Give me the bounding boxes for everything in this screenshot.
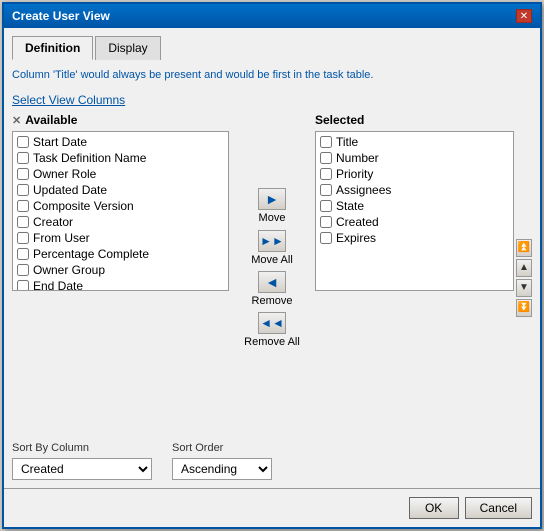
cancel-button[interactable]: Cancel	[465, 497, 532, 519]
list-item[interactable]: Expires	[318, 230, 511, 246]
available-item-label-8: Owner Group	[33, 263, 105, 277]
available-item-checkbox-8[interactable]	[17, 264, 29, 276]
selected-item-label-3: Assignees	[336, 183, 391, 197]
sort-by-column-wrapper: Created Start Date Task Definition Name …	[12, 458, 152, 480]
remove-all-button[interactable]: ◄◄	[258, 312, 286, 334]
selected-panel: Selected Title Number	[315, 113, 532, 424]
selected-item-label-0: Title	[336, 135, 358, 149]
available-item-label-5: Creator	[33, 215, 73, 229]
tab-definition[interactable]: Definition	[12, 36, 93, 60]
available-item-label-6: From User	[33, 231, 90, 245]
available-item-checkbox-6[interactable]	[17, 232, 29, 244]
selected-item-checkbox-4[interactable]	[320, 200, 332, 212]
available-item-label-3: Updated Date	[33, 183, 107, 197]
move-down-button[interactable]: ▼	[516, 279, 532, 297]
dialog-title: Create User View	[12, 9, 110, 23]
section-label[interactable]: Select View Columns	[12, 93, 532, 107]
available-panel: ✕ Available Start Date Task Definition N…	[12, 113, 229, 424]
move-label: Move	[259, 212, 286, 225]
columns-area: ✕ Available Start Date Task Definition N…	[12, 113, 532, 424]
sort-area: Sort By Column Created Start Date Task D…	[12, 442, 532, 480]
list-item[interactable]: Assignees	[318, 182, 511, 198]
selected-item-checkbox-1[interactable]	[320, 152, 332, 164]
dialog-body: Definition Display Column 'Title' would …	[4, 28, 540, 488]
remove-button[interactable]: ◄	[258, 271, 286, 293]
move-bottom-button[interactable]: ⏬	[516, 299, 532, 317]
tab-display[interactable]: Display	[95, 36, 160, 60]
selected-item-checkbox-5[interactable]	[320, 216, 332, 228]
list-item[interactable]: Composite Version	[15, 198, 226, 214]
title-bar: Create User View ✕	[4, 4, 540, 28]
available-item-checkbox-0[interactable]	[17, 136, 29, 148]
available-item-label-1: Task Definition Name	[33, 151, 146, 165]
list-item[interactable]: Priority	[318, 166, 511, 182]
available-item-checkbox-9[interactable]	[17, 280, 29, 291]
available-item-checkbox-7[interactable]	[17, 248, 29, 260]
sort-by-column-group: Sort By Column Created Start Date Task D…	[12, 442, 152, 480]
list-item[interactable]: Title	[318, 134, 511, 150]
selected-item-label-1: Number	[336, 151, 379, 165]
selected-item-label-5: Created	[336, 215, 379, 229]
move-up-button[interactable]: ▲	[516, 259, 532, 277]
sort-by-column-label: Sort By Column	[12, 442, 152, 454]
move-buttons-panel: ► Move ►► Move All ◄ Remove ◄◄ Remove Al…	[237, 113, 307, 424]
available-item-checkbox-3[interactable]	[17, 184, 29, 196]
list-item[interactable]: Creator	[15, 214, 226, 230]
sort-by-column-select[interactable]: Created Start Date Task Definition Name …	[12, 458, 152, 480]
list-item[interactable]: End Date	[15, 278, 226, 291]
selected-item-label-4: State	[336, 199, 364, 213]
list-item[interactable]: Owner Role	[15, 166, 226, 182]
selected-item-checkbox-0[interactable]	[320, 136, 332, 148]
selected-header: Selected	[315, 113, 532, 127]
dialog-footer: OK Cancel	[4, 488, 540, 527]
list-item[interactable]: Owner Group	[15, 262, 226, 278]
list-item[interactable]: Task Definition Name	[15, 150, 226, 166]
available-item-checkbox-1[interactable]	[17, 152, 29, 164]
available-item-label-9: End Date	[33, 279, 83, 291]
selected-item-checkbox-2[interactable]	[320, 168, 332, 180]
sort-order-group: Sort Order Ascending Descending	[172, 442, 272, 480]
remove-label: Remove	[252, 295, 293, 308]
list-item[interactable]: Percentage Complete	[15, 246, 226, 262]
list-item[interactable]: Number	[318, 150, 511, 166]
available-header: ✕ Available	[12, 113, 229, 127]
sort-order-select[interactable]: Ascending Descending	[172, 458, 272, 480]
info-text: Column 'Title' would always be present a…	[12, 68, 532, 83]
selected-item-checkbox-6[interactable]	[320, 232, 332, 244]
sort-order-wrapper: Ascending Descending	[172, 458, 272, 480]
sort-order-label: Sort Order	[172, 442, 272, 454]
selected-item-label-6: Expires	[336, 231, 376, 245]
selected-item-label-2: Priority	[336, 167, 373, 181]
list-item[interactable]: From User	[15, 230, 226, 246]
list-item[interactable]: Updated Date	[15, 182, 226, 198]
available-item-label-4: Composite Version	[33, 199, 134, 213]
tab-bar: Definition Display	[12, 36, 532, 60]
create-user-view-dialog: Create User View ✕ Definition Display Co…	[2, 2, 542, 529]
reorder-arrows: ⏫ ▲ ▼ ⏬	[516, 131, 532, 424]
list-item[interactable]: State	[318, 198, 511, 214]
available-item-label-7: Percentage Complete	[33, 247, 149, 261]
available-item-label-0: Start Date	[33, 135, 87, 149]
move-button[interactable]: ►	[258, 188, 286, 210]
available-item-checkbox-4[interactable]	[17, 200, 29, 212]
move-all-label: Move All	[251, 254, 293, 267]
ok-button[interactable]: OK	[409, 497, 459, 519]
list-item[interactable]: Created	[318, 214, 511, 230]
list-item[interactable]: Start Date	[15, 134, 226, 150]
selected-list[interactable]: Title Number Priority Assignees	[315, 131, 514, 291]
available-item-checkbox-2[interactable]	[17, 168, 29, 180]
available-item-label-2: Owner Role	[33, 167, 96, 181]
move-all-button[interactable]: ►►	[258, 230, 286, 252]
selected-item-checkbox-3[interactable]	[320, 184, 332, 196]
close-button[interactable]: ✕	[516, 9, 532, 23]
available-item-checkbox-5[interactable]	[17, 216, 29, 228]
move-top-button[interactable]: ⏫	[516, 239, 532, 257]
remove-all-label: Remove All	[244, 336, 300, 349]
available-list[interactable]: Start Date Task Definition Name Owner Ro…	[12, 131, 229, 291]
